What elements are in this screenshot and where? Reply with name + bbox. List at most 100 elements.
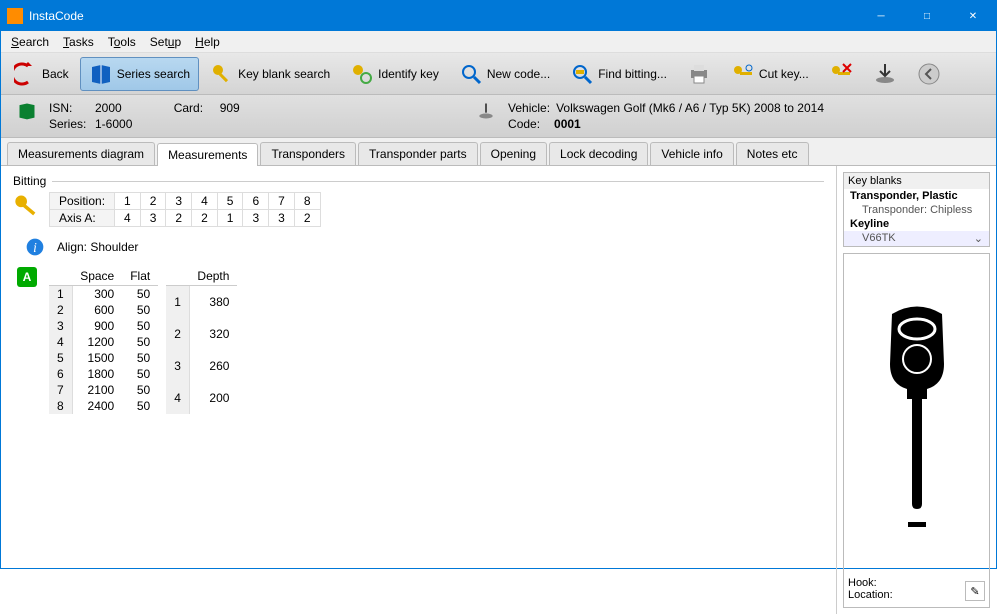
card-label: Card: (174, 101, 214, 115)
info-bar: ISN:2000Card:909 Series:1-6000 Vehicle:V… (1, 95, 996, 138)
key-blank-item[interactable]: V66TK⌄ (844, 231, 989, 246)
titlebar: InstaCode ─ □ ✕ (1, 1, 996, 31)
info-icon: i (21, 237, 49, 257)
find-bitting-button[interactable]: Find bitting... (561, 57, 676, 91)
find-bitting-label: Find bitting... (598, 67, 667, 81)
key-image (872, 260, 962, 577)
menu-tasks[interactable]: Tasks (57, 33, 100, 51)
key-icon (210, 62, 234, 86)
series-value: 1-6000 (95, 117, 132, 131)
axis-cell: 3 (269, 210, 295, 227)
key-blanks-panel: Key blanks Transponder, PlasticTranspond… (843, 172, 990, 247)
tab-opening[interactable]: Opening (480, 142, 547, 165)
menu-search[interactable]: Search (5, 33, 55, 51)
cut-key-x-icon (829, 62, 853, 86)
axis-cell: 2 (192, 210, 218, 227)
arrow-left-circle-icon (917, 62, 941, 86)
code-label: Code: (508, 117, 548, 131)
tab-strip: Measurements diagram Measurements Transp… (1, 138, 996, 166)
tab-transponders[interactable]: Transponders (260, 142, 356, 165)
position-cell: 5 (217, 193, 243, 210)
location-label: Location: (848, 589, 893, 601)
key-image-panel: Hook: Location: ✎ (843, 253, 990, 608)
cut-key-icon (731, 62, 755, 86)
axis-a-badge: A (17, 267, 37, 287)
cut-key-button[interactable]: Cut key... (722, 57, 818, 91)
space-flat-table: SpaceFlat1300502600503900504120050515005… (49, 267, 158, 414)
position-label: Position: (50, 193, 115, 210)
vehicle-value: Volkswagen Golf (Mk6 / A6 / Typ 5K) 2008… (556, 101, 824, 115)
position-cell: 4 (192, 193, 218, 210)
tab-measurements[interactable]: Measurements (157, 143, 258, 166)
position-cell: 7 (269, 193, 295, 210)
axis-cell: 3 (243, 210, 269, 227)
axis-cell: 4 (115, 210, 141, 227)
depth-table: Depth1380232032604200 (166, 267, 237, 414)
vehicle-icon (472, 101, 500, 121)
isn-value: 2000 (95, 101, 122, 115)
code-value: 0001 (554, 117, 581, 131)
key-blank-search-label: Key blank search (238, 67, 330, 81)
edit-hook-button[interactable]: ✎ (965, 581, 985, 601)
tab-measurements-diagram[interactable]: Measurements diagram (7, 142, 155, 165)
app-icon (7, 8, 23, 24)
identify-key-button[interactable]: Identify key (341, 57, 448, 91)
menu-setup[interactable]: Setup (144, 33, 187, 51)
download-button[interactable] (864, 57, 906, 91)
key-blank-item[interactable]: Transponder: Chipless (844, 203, 989, 217)
bitting-table: Position:12345678 Axis A:43221332 (49, 192, 321, 227)
isn-label: ISN: (49, 101, 89, 115)
nav-back-button[interactable] (908, 57, 950, 91)
axis-cell: 1 (217, 210, 243, 227)
pencil-icon: ✎ (970, 585, 979, 598)
close-button[interactable]: ✕ (950, 1, 996, 31)
bitting-title: Bitting (13, 174, 46, 188)
table-row: 3260 (166, 350, 237, 382)
download-icon (873, 62, 897, 86)
hook-label: Hook: (848, 577, 893, 589)
new-code-label: New code... (487, 67, 550, 81)
back-button[interactable]: Back (5, 57, 78, 91)
table-row: 4200 (166, 382, 237, 414)
table-row: 5150050 (49, 350, 158, 366)
tab-notes-etc[interactable]: Notes etc (736, 142, 809, 165)
key-blank-item[interactable]: Transponder, Plastic (844, 189, 989, 203)
menu-help[interactable]: Help (189, 33, 226, 51)
table-row: 4120050 (49, 334, 158, 350)
cut-key-label: Cut key... (759, 67, 809, 81)
tab-vehicle-info[interactable]: Vehicle info (650, 142, 733, 165)
back-icon (14, 62, 38, 86)
side-panel: Key blanks Transponder, PlasticTranspond… (836, 166, 996, 614)
table-row: 1380 (166, 286, 237, 319)
chevron-down-icon: ⌄ (974, 232, 983, 245)
table-row: 7210050 (49, 382, 158, 398)
back-label: Back (42, 67, 69, 81)
cut-key-x-button[interactable] (820, 57, 862, 91)
new-code-button[interactable]: New code... (450, 57, 559, 91)
tab-lock-decoding[interactable]: Lock decoding (549, 142, 648, 165)
key-blanks-title: Key blanks (844, 173, 989, 189)
key-blank-search-button[interactable]: Key blank search (201, 57, 339, 91)
axis-label: Axis A: (50, 210, 115, 227)
table-row: 6180050 (49, 366, 158, 382)
table-row: 260050 (49, 302, 158, 318)
vehicle-label: Vehicle: (508, 101, 550, 115)
position-cell: 6 (243, 193, 269, 210)
find-bitting-icon (570, 62, 594, 86)
align-label: Align: (57, 240, 87, 254)
book-icon (89, 62, 113, 86)
axis-cell: 2 (294, 210, 320, 227)
print-button[interactable] (678, 57, 720, 91)
minimize-button[interactable]: ─ (858, 1, 904, 31)
key-blank-item[interactable]: Keyline (844, 217, 989, 231)
tab-transponder-parts[interactable]: Transponder parts (358, 142, 478, 165)
key-bitting-icon (13, 192, 41, 220)
position-cell: 1 (115, 193, 141, 210)
axis-cell: 3 (140, 210, 166, 227)
series-label: Series: (49, 117, 89, 131)
series-search-button[interactable]: Series search (80, 57, 199, 91)
maximize-button[interactable]: □ (904, 1, 950, 31)
identify-key-label: Identify key (378, 67, 439, 81)
menu-tools[interactable]: Tools (102, 33, 142, 51)
align-value: Shoulder (90, 240, 138, 254)
